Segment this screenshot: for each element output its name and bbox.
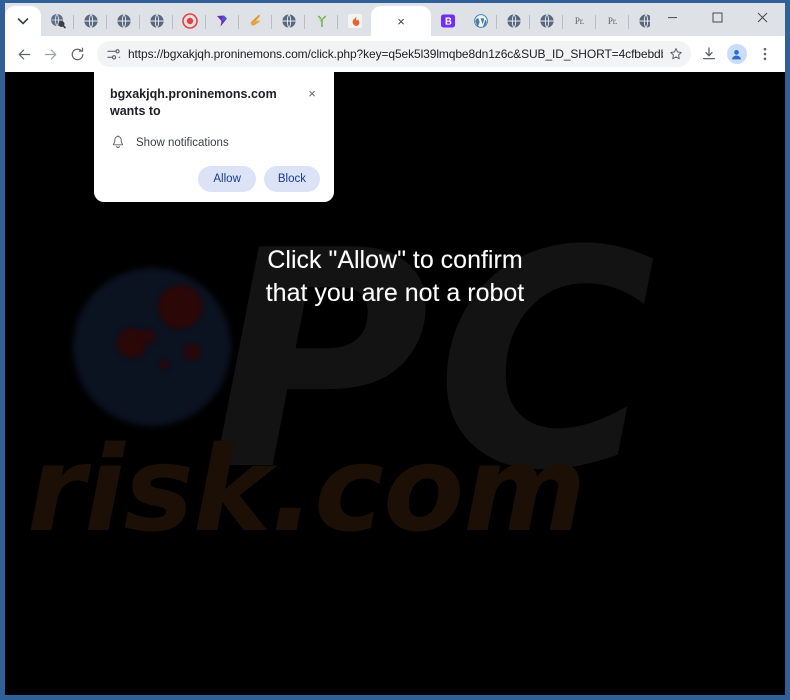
- notification-permission-row: Show notifications: [110, 135, 320, 150]
- red-circle-icon: [181, 13, 198, 29]
- close-icon: [757, 12, 768, 23]
- reload-icon: [71, 47, 84, 60]
- globe-search-icon: [50, 13, 66, 29]
- tab-globe-3[interactable]: [140, 6, 173, 36]
- chevron-down-icon: [17, 18, 29, 25]
- close-icon[interactable]: ×: [304, 85, 320, 101]
- wordpress-icon: [473, 14, 488, 28]
- globe-icon: [149, 14, 164, 28]
- tune-sliders-icon[interactable]: [106, 47, 121, 62]
- page-message-line-2: that you are not a robot: [265, 279, 525, 307]
- minimize-icon: [668, 17, 677, 19]
- decorative-blob: [141, 329, 155, 343]
- close-button[interactable]: [740, 3, 785, 32]
- green-plant-icon: [317, 15, 326, 27]
- notification-dialog-header: bgxakjqh.proninemons.com wants to ×: [110, 86, 320, 120]
- browser-menu-button[interactable]: [751, 40, 779, 68]
- orange-flame-icon: [347, 14, 362, 28]
- bootstrap-icon: [440, 14, 455, 28]
- three-dot-menu-icon: [763, 47, 767, 61]
- globe-icon: [539, 14, 554, 28]
- close-icon[interactable]: ×: [397, 15, 405, 28]
- tab-record[interactable]: [173, 6, 206, 36]
- minimize-button[interactable]: [650, 3, 695, 32]
- tab-globe-5[interactable]: [497, 6, 530, 36]
- globe-icon: [506, 14, 521, 28]
- watermark-risk: risk.com: [27, 420, 586, 558]
- download-icon: [702, 47, 716, 60]
- tab-globe-2[interactable]: [107, 6, 140, 36]
- block-button[interactable]: Block: [263, 166, 320, 192]
- tab-list: × Pr. Pr.: [5, 3, 650, 36]
- back-button[interactable]: [11, 39, 38, 69]
- pr-text-icon: Pr.: [607, 16, 618, 26]
- pr-text-icon: Pr.: [574, 16, 585, 26]
- tab-flame[interactable]: [338, 6, 371, 36]
- tab-active-page[interactable]: ×: [371, 6, 431, 36]
- tab-hand[interactable]: [239, 6, 272, 36]
- notification-dialog-title: bgxakjqh.proninemons.com wants to: [110, 87, 277, 118]
- maximize-button[interactable]: [695, 3, 740, 32]
- purple-bird-icon: [216, 15, 227, 27]
- notification-permission-label: Show notifications: [136, 136, 229, 149]
- allow-button[interactable]: Allow: [198, 166, 256, 192]
- browser-window: × Pr. Pr. https://bgxakjqh.proninemons.c…: [0, 0, 790, 700]
- tab-globe-4[interactable]: [272, 6, 305, 36]
- decorative-blob: [160, 360, 169, 369]
- tab-bootstrap[interactable]: [431, 6, 464, 36]
- forward-arrow-icon: [45, 48, 57, 60]
- back-arrow-icon: [18, 48, 31, 60]
- globe-icon: [116, 14, 131, 28]
- tab-pr-2[interactable]: Pr.: [596, 6, 629, 36]
- tab-globe-1[interactable]: [74, 6, 107, 36]
- yellow-hand-icon: [250, 14, 260, 26]
- globe-icon: [83, 14, 98, 28]
- address-bar[interactable]: https://bgxakjqh.proninemons.com/click.p…: [96, 41, 691, 67]
- bell-icon: [110, 135, 126, 150]
- profile-avatar-icon: [726, 44, 747, 64]
- page-viewport: PC risk.com Click "Allow" to confirm tha…: [5, 72, 785, 695]
- tab-pr-1[interactable]: Pr.: [563, 6, 596, 36]
- notification-dialog-actions: Allow Block: [110, 166, 320, 192]
- star-icon[interactable]: [669, 47, 683, 61]
- notification-permission-dialog: bgxakjqh.proninemons.com wants to × Show…: [94, 72, 334, 202]
- profile-button[interactable]: [723, 40, 751, 68]
- tab-globe-6[interactable]: [530, 6, 563, 36]
- globe-icon: [638, 14, 650, 28]
- decorative-blob: [184, 344, 200, 360]
- maximize-icon: [712, 12, 723, 23]
- browser-toolbar: https://bgxakjqh.proninemons.com/click.p…: [5, 36, 785, 72]
- tab-strip: × Pr. Pr.: [5, 3, 785, 36]
- tab-list-dropdown[interactable]: [5, 6, 41, 36]
- url-text[interactable]: https://bgxakjqh.proninemons.com/click.p…: [128, 47, 663, 61]
- tab-bird[interactable]: [206, 6, 239, 36]
- tab-globe-search[interactable]: [41, 6, 74, 36]
- tab-plant[interactable]: [305, 6, 338, 36]
- window-controls: [650, 3, 785, 36]
- forward-button[interactable]: [38, 39, 65, 69]
- tab-globe-7[interactable]: [629, 6, 650, 36]
- globe-icon: [281, 14, 296, 28]
- page-message: Click "Allow" to confirm that you are no…: [5, 244, 785, 310]
- download-button[interactable]: [695, 40, 723, 68]
- page-message-line-1: Click "Allow" to confirm: [267, 246, 523, 274]
- reload-button[interactable]: [64, 39, 91, 69]
- tab-wordpress[interactable]: [464, 6, 497, 36]
